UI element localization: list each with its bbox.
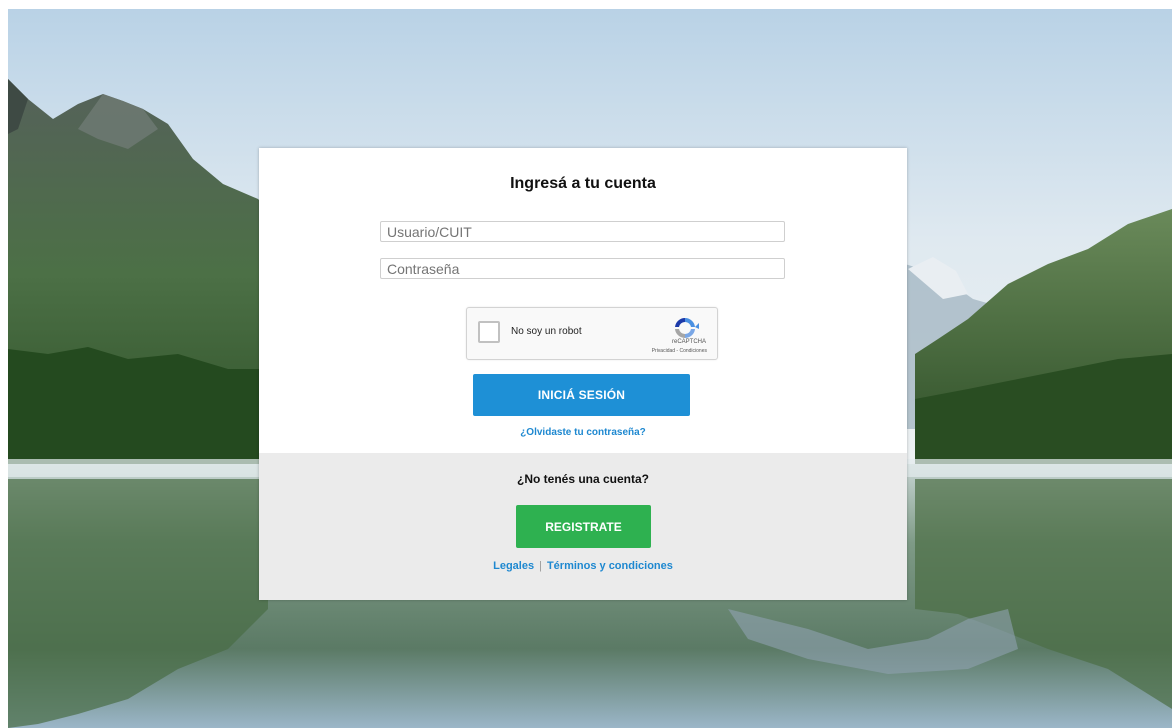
terms-link[interactable]: Términos y condiciones	[547, 560, 673, 572]
no-account-prompt: ¿No tenés una cuenta?	[516, 472, 650, 486]
footer-links: Legales | Términos y condiciones	[259, 560, 907, 572]
register-section: ¿No tenés una cuenta? REGISTRATE Legales…	[259, 453, 907, 600]
recaptcha-widget: No soy un robot reCAPTCHA Privacidad - C…	[466, 307, 718, 360]
register-button[interactable]: REGISTRATE	[516, 505, 651, 548]
forgot-password-link[interactable]: ¿Olvidaste tu contraseña?	[259, 427, 907, 438]
recaptcha-brand: reCAPTCHA	[671, 339, 706, 345]
link-separator: |	[539, 560, 542, 572]
recaptcha-checkbox[interactable]	[478, 321, 500, 343]
password-input[interactable]	[380, 258, 785, 279]
login-card: Ingresá a tu cuenta No soy un robot reCA…	[259, 148, 907, 600]
legal-link[interactable]: Legales	[493, 560, 534, 572]
login-button[interactable]: INICIÁ SESIÓN	[473, 374, 690, 416]
recaptcha-logo-icon	[675, 317, 699, 339]
recaptcha-label: No soy un robot	[511, 326, 582, 337]
username-input[interactable]	[380, 221, 785, 242]
login-title: Ingresá a tu cuenta	[510, 175, 656, 192]
recaptcha-links[interactable]: Privacidad - Condiciones	[652, 348, 707, 354]
